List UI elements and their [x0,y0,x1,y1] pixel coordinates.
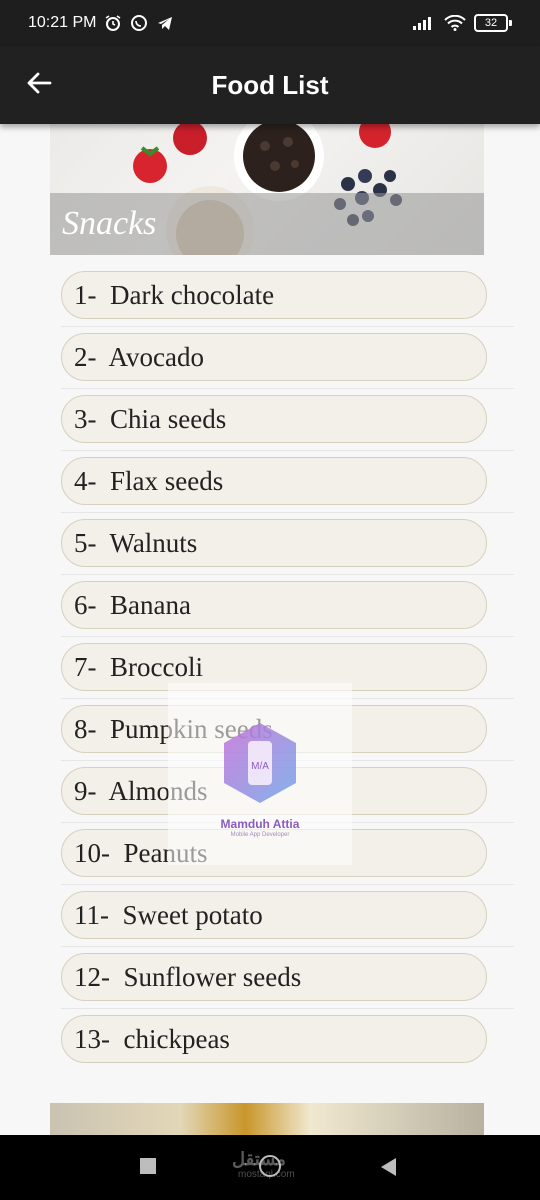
divider [61,884,514,885]
battery-cap [509,20,512,26]
watermark: M/A Mamduh Attia Mobile App Developer [168,683,352,865]
system-nav-bar: مستقل mostaql.com [0,1135,540,1200]
wifi-icon [444,15,466,31]
divider [61,326,514,327]
status-time: 10:21 PM [28,14,97,31]
list-item: 13- chickpeas [0,1015,540,1077]
category-banner: Snacks [50,124,484,255]
food-item-button[interactable]: 2- Avocado [61,333,487,381]
watermark-logo-text: M/A [251,761,269,772]
food-item-button[interactable]: 11- Sweet potato [61,891,487,939]
divider [61,512,514,513]
watermark-name: Mamduh Attia [220,817,300,831]
food-item-button[interactable]: 12- Sunflower seeds [61,953,487,1001]
status-bar: 10:21 PM 32 [0,0,540,46]
list-item: 4- Flax seeds [0,457,540,519]
divider [61,1008,514,1009]
telegram-icon [156,14,174,32]
watermark-subtitle: Mobile App Developer [230,832,290,838]
food-item-button[interactable]: 13- chickpeas [61,1015,487,1063]
list-item: 6- Banana [0,581,540,643]
divider [61,636,514,637]
alarm-icon [104,14,122,32]
food-item-button[interactable]: 6- Banana [61,581,487,629]
list-item: 5- Walnuts [0,519,540,581]
next-category-banner[interactable] [50,1103,484,1135]
banner-title: Snacks [62,205,157,242]
status-left: 10:21 PM [28,14,174,32]
divider [61,450,514,451]
battery-icon: 32 [474,14,512,32]
recents-square-icon[interactable] [140,1158,156,1174]
status-right: 32 [412,14,512,32]
battery-level: 32 [474,14,508,32]
divider [61,574,514,575]
food-item-button[interactable]: 1- Dark chocolate [61,271,487,319]
content-area[interactable]: Snacks 1- Dark chocolate 2- Avocado 3- C… [0,124,540,1135]
back-triangle-icon[interactable] [380,1157,398,1182]
food-item-button[interactable]: 5- Walnuts [61,519,487,567]
divider [61,388,514,389]
divider [61,946,514,947]
food-item-button[interactable]: 3- Chia seeds [61,395,487,443]
watermark-logo-icon: M/A [224,723,296,803]
food-item-button[interactable]: 4- Flax seeds [61,457,487,505]
list-item: 3- Chia seeds [0,395,540,457]
list-item: 1- Dark chocolate [0,271,540,333]
list-item: 11- Sweet potato [0,891,540,953]
home-circle-icon[interactable] [259,1155,281,1177]
app-bar: Food List [0,46,540,124]
page-title: Food List [211,70,329,100]
whatsapp-icon [130,14,148,32]
list-item: 2- Avocado [0,333,540,395]
list-item: 12- Sunflower seeds [0,953,540,1015]
food-list: 1- Dark chocolate 2- Avocado 3- Chia see… [0,271,540,1077]
signal-icon [412,15,436,31]
